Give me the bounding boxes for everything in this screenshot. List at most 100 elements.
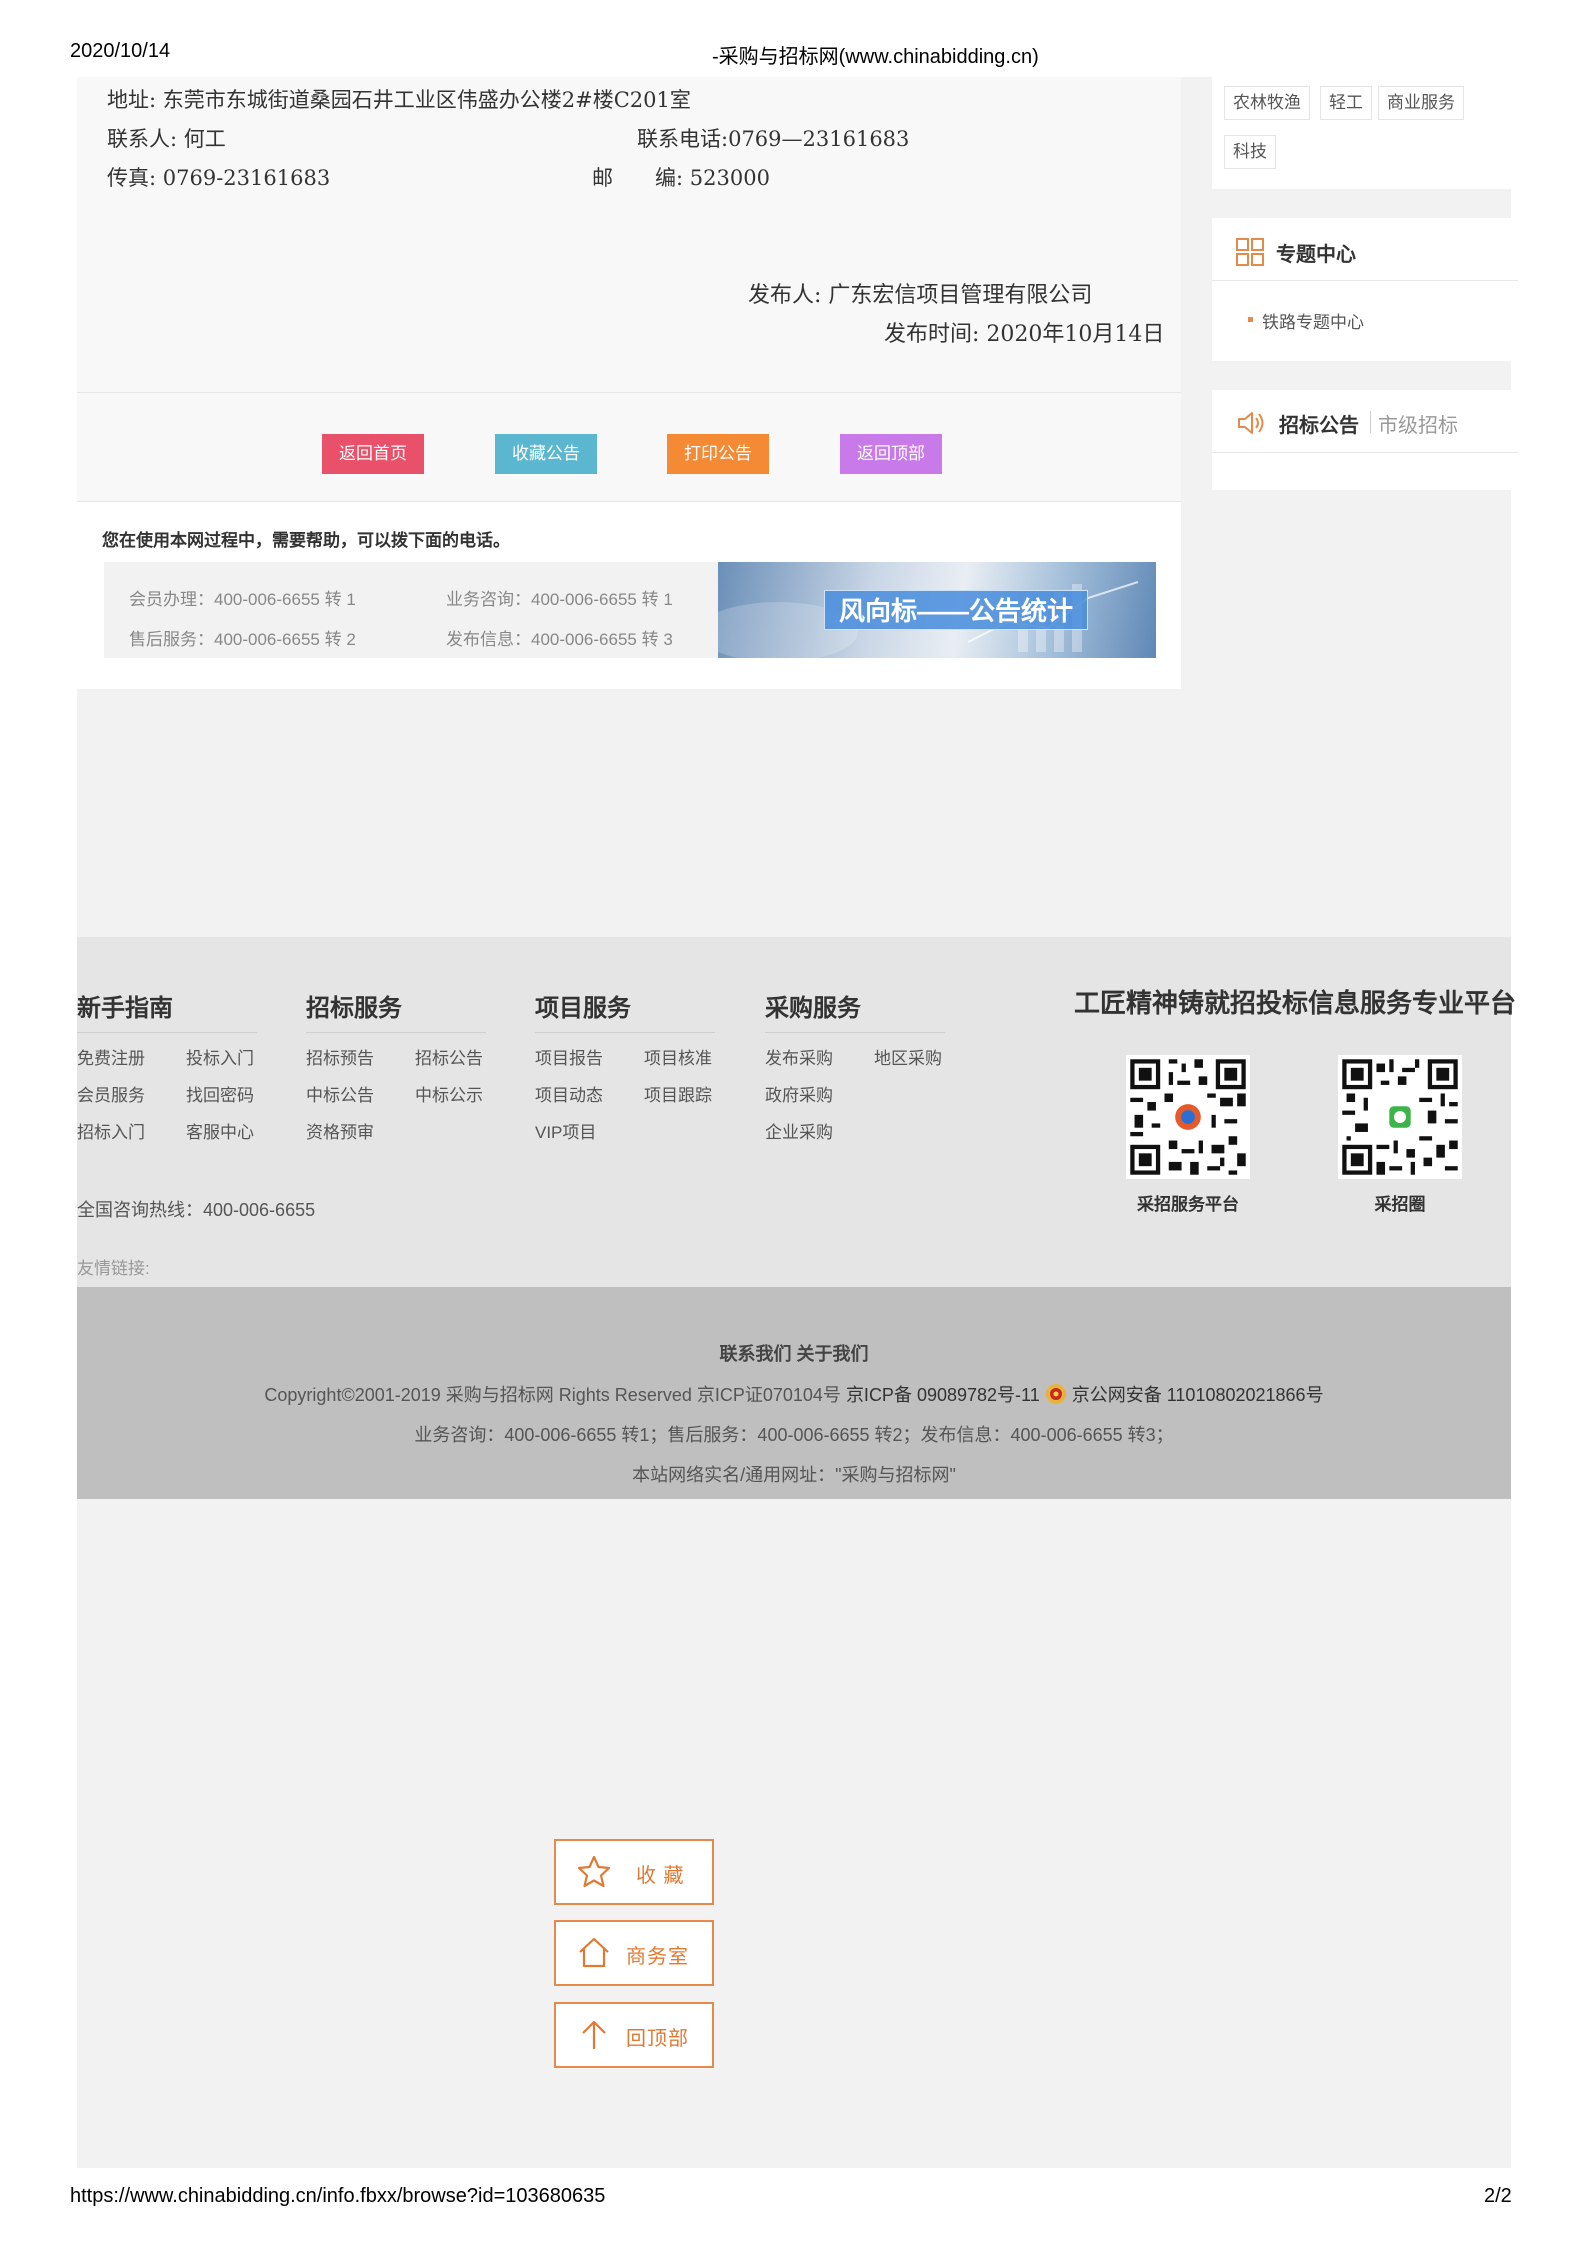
footer-rule xyxy=(535,1032,715,1033)
tag-light-industry[interactable]: 轻工 xyxy=(1320,86,1372,120)
tag-agriculture[interactable]: 农林牧渔 xyxy=(1224,86,1310,120)
footer-link-project-report[interactable]: 项目报告 xyxy=(535,1044,603,1069)
footer-col-project-title: 项目服务 xyxy=(535,995,631,1022)
banner-label: 风向标——公告统计 xyxy=(824,590,1089,630)
contact-line: 联系人: 何工 xyxy=(107,123,226,153)
float-back-top-button[interactable]: 回顶部 xyxy=(554,2002,714,2068)
print-title: -采购与招标网(www.chinabidding.cn) xyxy=(712,46,1039,68)
fax-label: 传真: xyxy=(107,166,157,190)
bid-notice-subtab[interactable]: 市级招标 xyxy=(1378,409,1458,438)
phone-label: 联系电话: xyxy=(637,127,729,151)
grid-icon xyxy=(1236,238,1264,266)
float-favorite-label: 收 藏 xyxy=(636,1865,685,1887)
about-us-link[interactable]: 关于我们 xyxy=(797,1344,869,1364)
contact-label: 联系人: xyxy=(107,127,178,151)
footer-col-bidding-title: 招标服务 xyxy=(306,995,402,1022)
address-value: 东莞市东城街道桑园石井工业区伟盛办公楼2#楼C201室 xyxy=(162,88,691,112)
topic-center-title: 专题中心 xyxy=(1276,244,1356,266)
help-member: 会员办理：400-006-6655 转 1 xyxy=(129,590,356,609)
footer-link-tender-intro[interactable]: 招标入门 xyxy=(77,1118,145,1143)
phone-value: 0769—23161683 xyxy=(728,127,910,151)
qr-code-platform-icon xyxy=(1126,1055,1250,1179)
address-label: 地址: xyxy=(107,88,157,112)
float-back-top-label: 回顶部 xyxy=(626,2028,689,2050)
friend-links-label: 友情链接: xyxy=(77,1259,150,1278)
float-office-label: 商务室 xyxy=(626,1946,689,1968)
railway-topic-link[interactable]: 铁路专题中心 xyxy=(1262,308,1364,333)
footer-link-support-center[interactable]: 客服中心 xyxy=(186,1118,254,1143)
qr-code-circle-icon xyxy=(1338,1055,1462,1179)
star-icon xyxy=(577,1855,611,1888)
footer-link-bid-notice[interactable]: 招标公告 xyxy=(415,1044,483,1069)
footer-link-bid-preview[interactable]: 招标预告 xyxy=(306,1044,374,1069)
help-aftersale: 售后服务：400-006-6655 转 2 xyxy=(129,630,356,649)
icp-record-link[interactable]: 京ICP备 09089782号-11 xyxy=(846,1385,1040,1405)
publisher-label: 发布人: xyxy=(748,283,822,308)
footer-link-project-news[interactable]: 项目动态 xyxy=(535,1081,603,1106)
footer-link-regional-procurement[interactable]: 地区采购 xyxy=(874,1044,942,1069)
address-line: 地址: 东莞市东城街道桑园石井工业区伟盛办公楼2#楼C201室 xyxy=(107,84,691,114)
bid-divider xyxy=(1212,452,1518,453)
publisher-value: 广东宏信项目管理有限公司 xyxy=(828,283,1093,308)
fax-value: 0769-23161683 xyxy=(162,166,331,190)
title-separator xyxy=(1370,411,1371,433)
help-publish: 发布信息：400-006-6655 转 3 xyxy=(446,630,673,649)
copyright-links: 联系我们 关于我们 xyxy=(77,1340,1511,1366)
postal-label: 邮 编: xyxy=(592,166,684,190)
publisher-line: 发布人: 广东宏信项目管理有限公司 xyxy=(748,277,1092,309)
footer-link-prequalification[interactable]: 资格预审 xyxy=(306,1118,374,1143)
print-page-number: 2/2 xyxy=(1484,2185,1512,2207)
footer-hotline: 全国咨询热线：400-006-6655 xyxy=(77,1200,316,1220)
footer-link-recover-password[interactable]: 找回密码 xyxy=(186,1081,254,1106)
copyright-line-3: 本站网络实名/通用网址："采购与招标网" xyxy=(632,1465,956,1485)
back-to-top-button[interactable]: 返回顶部 xyxy=(840,434,942,474)
bid-notice-card xyxy=(1212,390,1518,490)
speaker-icon xyxy=(1238,412,1264,434)
print-date: 2020/10/14 xyxy=(70,40,171,62)
police-badge-icon xyxy=(1045,1384,1066,1404)
print-notice-button[interactable]: 打印公告 xyxy=(667,434,769,474)
float-office-button[interactable]: 商务室 xyxy=(554,1920,714,1986)
phone-line: 联系电话:0769—23161683 xyxy=(637,123,909,153)
copyright-line-1: Copyright©2001-2019 采购与招标网 Rights Reserv… xyxy=(77,1381,1511,1407)
footer-link-bid-intro[interactable]: 投标入门 xyxy=(186,1044,254,1069)
footer-link-award-publicity[interactable]: 中标公示 xyxy=(415,1081,483,1106)
tag-technology[interactable]: 科技 xyxy=(1224,135,1276,169)
bid-notice-title[interactable]: 招标公告 xyxy=(1279,409,1359,438)
police-record-link[interactable]: 京公网安备 11010802021866号 xyxy=(1072,1385,1324,1405)
footer-link-vip-project[interactable]: VIP项目 xyxy=(535,1118,596,1143)
footer-rule xyxy=(765,1032,945,1033)
arrow-up-icon xyxy=(582,2020,606,2049)
footer-link-register[interactable]: 免费注册 xyxy=(77,1044,145,1069)
footer-rule xyxy=(306,1032,486,1033)
postal-value: 523000 xyxy=(689,166,770,190)
footer-col-procurement-title: 采购服务 xyxy=(765,995,861,1022)
footer-link-project-tracking[interactable]: 项目跟踪 xyxy=(644,1081,712,1106)
contact-us-link[interactable]: 联系我们 xyxy=(719,1344,791,1364)
footer-link-award-notice[interactable]: 中标公告 xyxy=(306,1081,374,1106)
help-consult: 业务咨询：400-006-6655 转 1 xyxy=(446,590,673,609)
tag-business-service[interactable]: 商业服务 xyxy=(1378,86,1464,120)
qr-circle-label: 采招圈 xyxy=(1374,1195,1426,1214)
footer-link-project-approval[interactable]: 项目核准 xyxy=(644,1044,712,1069)
bullet-icon xyxy=(1248,317,1253,322)
footer-link-enterprise-procurement[interactable]: 企业采购 xyxy=(765,1118,833,1143)
back-home-button[interactable]: 返回首页 xyxy=(322,434,424,474)
publish-time-line: 发布时间: 2020年10月14日 xyxy=(884,316,1164,348)
topic-divider xyxy=(1212,280,1518,281)
footer-link-member-service[interactable]: 会员服务 xyxy=(77,1081,145,1106)
qr-platform-label: 采招服务平台 xyxy=(1137,1195,1239,1214)
footer-col-guide-title: 新手指南 xyxy=(77,995,173,1022)
float-favorite-button[interactable]: 收 藏 xyxy=(554,1839,714,1905)
action-bar xyxy=(77,392,1181,502)
favorite-notice-button[interactable]: 收藏公告 xyxy=(495,434,597,474)
footer-rule xyxy=(77,1032,257,1033)
footer-link-publish-procurement[interactable]: 发布采购 xyxy=(765,1044,833,1069)
fax-line: 传真: 0769-23161683 xyxy=(107,162,330,192)
copyright-text: Copyright©2001-2019 采购与招标网 Rights Reserv… xyxy=(264,1385,841,1405)
postal-line: 邮 编: 523000 xyxy=(592,162,770,192)
footer-link-gov-procurement[interactable]: 政府采购 xyxy=(765,1081,833,1106)
print-url: https://www.chinabidding.cn/info.fbxx/br… xyxy=(70,2185,606,2207)
home-icon xyxy=(579,1937,609,1968)
stats-banner[interactable]: 风向标——公告统计 xyxy=(718,562,1156,658)
